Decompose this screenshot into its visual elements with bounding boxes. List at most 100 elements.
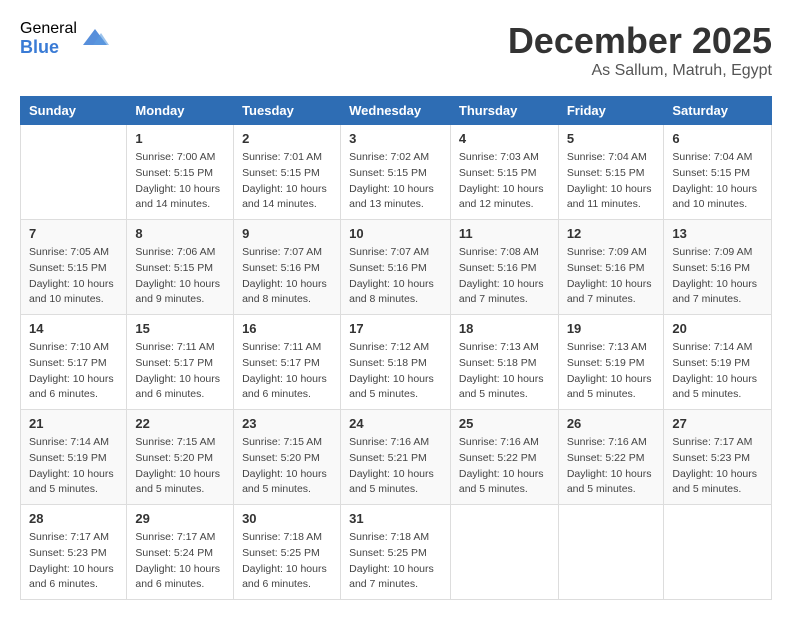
day-number: 28 (29, 511, 118, 526)
title-block: December 2025 As Sallum, Matruh, Egypt (508, 20, 772, 80)
header-sunday: Sunday (21, 97, 127, 125)
day-info: Sunrise: 7:12 AMSunset: 5:18 PMDaylight:… (349, 340, 442, 403)
calendar-cell: 19 Sunrise: 7:13 AMSunset: 5:19 PMDayligh… (558, 315, 664, 410)
calendar-header-row: Sunday Monday Tuesday Wednesday Thursday… (21, 97, 772, 125)
day-number: 20 (672, 321, 763, 336)
day-number: 9 (242, 226, 332, 241)
day-info: Sunrise: 7:17 AMSunset: 5:23 PMDaylight:… (29, 530, 118, 593)
day-info: Sunrise: 7:01 AMSunset: 5:15 PMDaylight:… (242, 150, 332, 213)
calendar-table: Sunday Monday Tuesday Wednesday Thursday… (20, 96, 772, 600)
day-info: Sunrise: 7:16 AMSunset: 5:22 PMDaylight:… (459, 435, 550, 498)
calendar-cell: 21 Sunrise: 7:14 AMSunset: 5:19 PMDayligh… (21, 410, 127, 505)
day-info: Sunrise: 7:07 AMSunset: 5:16 PMDaylight:… (242, 245, 332, 308)
day-info: Sunrise: 7:14 AMSunset: 5:19 PMDaylight:… (29, 435, 118, 498)
day-number: 1 (135, 131, 225, 146)
day-info: Sunrise: 7:13 AMSunset: 5:18 PMDaylight:… (459, 340, 550, 403)
day-info: Sunrise: 7:02 AMSunset: 5:15 PMDaylight:… (349, 150, 442, 213)
month-title: December 2025 (508, 20, 772, 62)
header-thursday: Thursday (450, 97, 558, 125)
day-info: Sunrise: 7:08 AMSunset: 5:16 PMDaylight:… (459, 245, 550, 308)
day-info: Sunrise: 7:15 AMSunset: 5:20 PMDaylight:… (242, 435, 332, 498)
calendar-cell (558, 505, 664, 600)
day-info: Sunrise: 7:17 AMSunset: 5:24 PMDaylight:… (135, 530, 225, 593)
calendar-cell: 2 Sunrise: 7:01 AMSunset: 5:15 PMDaylight… (234, 125, 341, 220)
logo-text: General Blue (20, 20, 77, 57)
day-number: 12 (567, 226, 656, 241)
day-number: 15 (135, 321, 225, 336)
calendar-cell: 10Sunrise: 7:07 AMSunset: 5:16 PMDayligh… (341, 220, 451, 315)
calendar-cell: 27Sunrise: 7:17 AMSunset: 5:23 PMDayligh… (664, 410, 772, 505)
day-number: 26 (567, 416, 656, 431)
calendar-cell: 9 Sunrise: 7:07 AMSunset: 5:16 PMDaylight… (234, 220, 341, 315)
calendar-cell: 30 Sunrise: 7:18 AMSunset: 5:25 PMDayligh… (234, 505, 341, 600)
calendar-cell: 23 Sunrise: 7:15 AMSunset: 5:20 PMDayligh… (234, 410, 341, 505)
day-number: 5 (567, 131, 656, 146)
day-number: 30 (242, 511, 332, 526)
day-number: 14 (29, 321, 118, 336)
day-info: Sunrise: 7:16 AMSunset: 5:22 PMDaylight:… (567, 435, 656, 498)
day-info: Sunrise: 7:04 AMSunset: 5:15 PMDaylight:… (672, 150, 763, 213)
calendar-cell: 11 Sunrise: 7:08 AMSunset: 5:16 PMDayligh… (450, 220, 558, 315)
calendar-week-row: 1 Sunrise: 7:00 AMSunset: 5:15 PMDaylight… (21, 125, 772, 220)
logo-general: General (20, 20, 77, 38)
calendar-cell: 5Sunrise: 7:04 AMSunset: 5:15 PMDaylight… (558, 125, 664, 220)
day-number: 22 (135, 416, 225, 431)
calendar-cell: 15 Sunrise: 7:11 AMSunset: 5:17 PMDayligh… (127, 315, 234, 410)
calendar-cell: 18 Sunrise: 7:13 AMSunset: 5:18 PMDayligh… (450, 315, 558, 410)
day-number: 29 (135, 511, 225, 526)
day-number: 13 (672, 226, 763, 241)
day-info: Sunrise: 7:13 AMSunset: 5:19 PMDaylight:… (567, 340, 656, 403)
page-header: General Blue December 2025 As Sallum, Ma… (20, 20, 772, 80)
header-tuesday: Tuesday (234, 97, 341, 125)
header-friday: Friday (558, 97, 664, 125)
day-number: 6 (672, 131, 763, 146)
day-info: Sunrise: 7:18 AMSunset: 5:25 PMDaylight:… (242, 530, 332, 593)
day-info: Sunrise: 7:11 AMSunset: 5:17 PMDaylight:… (242, 340, 332, 403)
day-info: Sunrise: 7:16 AMSunset: 5:21 PMDaylight:… (349, 435, 442, 498)
day-number: 16 (242, 321, 332, 336)
calendar-cell: 22 Sunrise: 7:15 AMSunset: 5:20 PMDayligh… (127, 410, 234, 505)
day-info: Sunrise: 7:06 AMSunset: 5:15 PMDaylight:… (135, 245, 225, 308)
day-info: Sunrise: 7:14 AMSunset: 5:19 PMDaylight:… (672, 340, 763, 403)
calendar-cell: 16 Sunrise: 7:11 AMSunset: 5:17 PMDayligh… (234, 315, 341, 410)
day-number: 23 (242, 416, 332, 431)
logo-icon (81, 25, 109, 53)
calendar-cell (664, 505, 772, 600)
calendar-cell: 8Sunrise: 7:06 AMSunset: 5:15 PMDaylight… (127, 220, 234, 315)
header-wednesday: Wednesday (341, 97, 451, 125)
calendar-cell: 1 Sunrise: 7:00 AMSunset: 5:15 PMDaylight… (127, 125, 234, 220)
calendar-cell: 29 Sunrise: 7:17 AMSunset: 5:24 PMDayligh… (127, 505, 234, 600)
day-number: 11 (459, 226, 550, 241)
day-info: Sunrise: 7:11 AMSunset: 5:17 PMDaylight:… (135, 340, 225, 403)
day-info: Sunrise: 7:09 AMSunset: 5:16 PMDaylight:… (567, 245, 656, 308)
calendar-cell: 3Sunrise: 7:02 AMSunset: 5:15 PMDaylight… (341, 125, 451, 220)
logo-blue: Blue (20, 38, 77, 58)
calendar-cell: 26 Sunrise: 7:16 AMSunset: 5:22 PMDayligh… (558, 410, 664, 505)
day-info: Sunrise: 7:18 AMSunset: 5:25 PMDaylight:… (349, 530, 442, 593)
day-number: 19 (567, 321, 656, 336)
header-monday: Monday (127, 97, 234, 125)
day-number: 2 (242, 131, 332, 146)
day-number: 18 (459, 321, 550, 336)
day-number: 25 (459, 416, 550, 431)
header-saturday: Saturday (664, 97, 772, 125)
calendar-cell: 4Sunrise: 7:03 AMSunset: 5:15 PMDaylight… (450, 125, 558, 220)
day-info: Sunrise: 7:00 AMSunset: 5:15 PMDaylight:… (135, 150, 225, 213)
calendar-cell: 12 Sunrise: 7:09 AMSunset: 5:16 PMDayligh… (558, 220, 664, 315)
day-info: Sunrise: 7:07 AMSunset: 5:16 PMDaylight:… (349, 245, 442, 308)
day-number: 21 (29, 416, 118, 431)
calendar-week-row: 7Sunrise: 7:05 AMSunset: 5:15 PMDaylight… (21, 220, 772, 315)
calendar-cell: 14 Sunrise: 7:10 AMSunset: 5:17 PMDayligh… (21, 315, 127, 410)
calendar-cell: 20 Sunrise: 7:14 AMSunset: 5:19 PMDayligh… (664, 315, 772, 410)
day-info: Sunrise: 7:10 AMSunset: 5:17 PMDaylight:… (29, 340, 118, 403)
day-number: 7 (29, 226, 118, 241)
calendar-cell (450, 505, 558, 600)
calendar-cell: 25 Sunrise: 7:16 AMSunset: 5:22 PMDayligh… (450, 410, 558, 505)
day-info: Sunrise: 7:15 AMSunset: 5:20 PMDaylight:… (135, 435, 225, 498)
day-info: Sunrise: 7:03 AMSunset: 5:15 PMDaylight:… (459, 150, 550, 213)
calendar-week-row: 21 Sunrise: 7:14 AMSunset: 5:19 PMDayligh… (21, 410, 772, 505)
calendar-cell: 13Sunrise: 7:09 AMSunset: 5:16 PMDayligh… (664, 220, 772, 315)
calendar-cell (21, 125, 127, 220)
calendar-cell: 17 Sunrise: 7:12 AMSunset: 5:18 PMDayligh… (341, 315, 451, 410)
day-number: 17 (349, 321, 442, 336)
